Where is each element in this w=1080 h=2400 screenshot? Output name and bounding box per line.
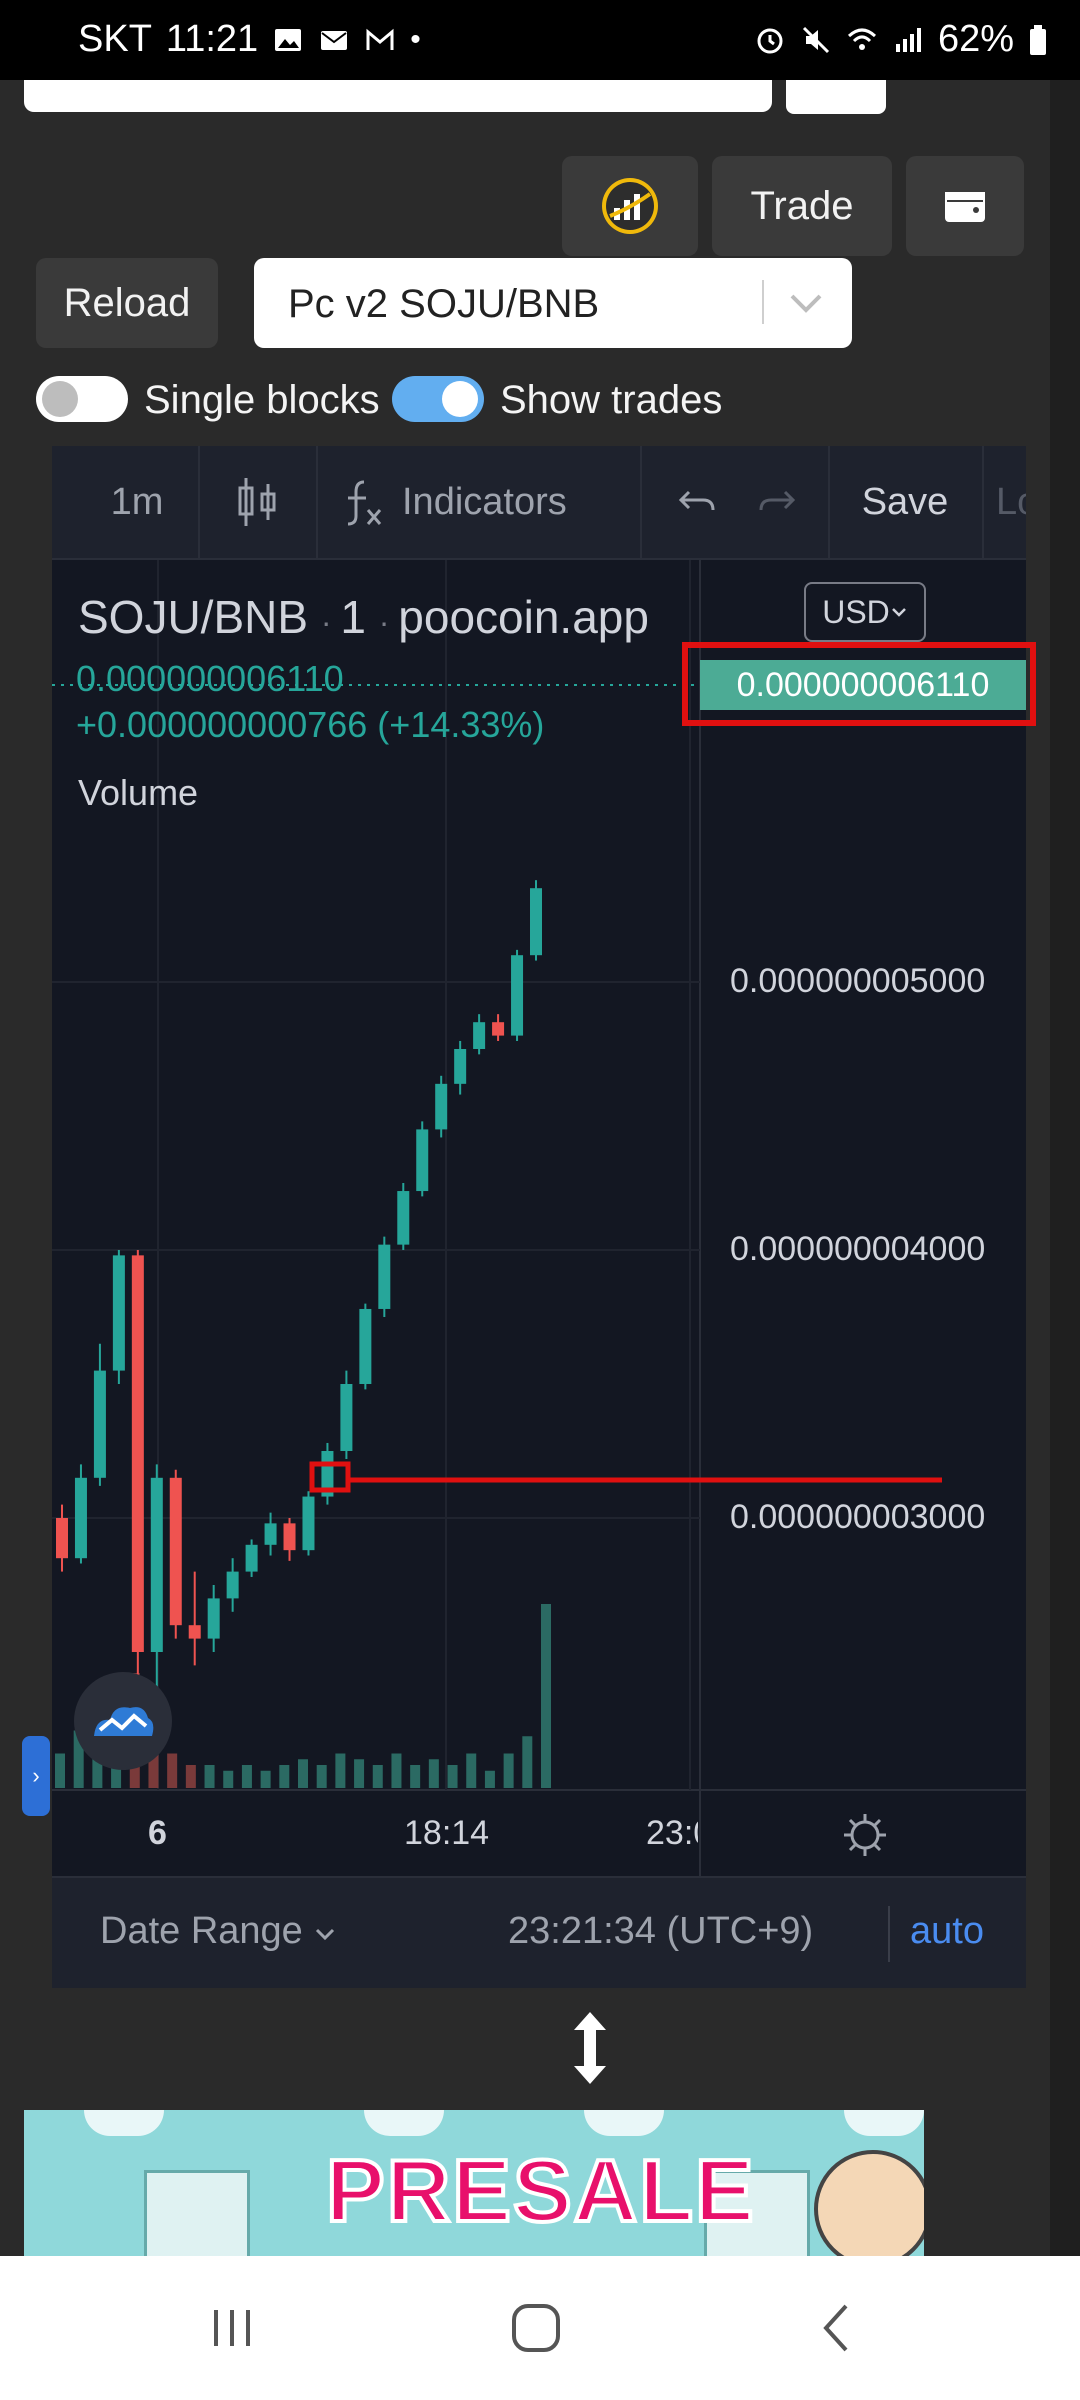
chevron-down-icon	[790, 294, 822, 313]
undo-icon	[678, 490, 715, 511]
banner-lamp	[364, 2110, 444, 2136]
toolbar-separator	[316, 446, 318, 558]
token-search-input[interactable]	[24, 80, 772, 112]
interval-label: 1m	[110, 480, 164, 523]
settings-gear-icon[interactable]	[840, 1810, 890, 1860]
chart-clock: 23:21:34 (UTC+9)	[508, 1910, 814, 1952]
system-nav-bar	[0, 2256, 1080, 2400]
chart-type-button[interactable]	[202, 446, 312, 558]
volume-legend-label: Volume	[78, 772, 199, 813]
single-blocks-label: Single blocks	[144, 378, 380, 422]
tradingview-logo[interactable]	[74, 1672, 172, 1770]
auto-scale-button[interactable]: auto	[910, 1910, 984, 1953]
wifi-icon	[847, 28, 876, 50]
time-axis-tick: 6	[148, 1814, 167, 1852]
save-button[interactable]: Save	[830, 446, 980, 558]
show-trades-label: Show trades	[500, 378, 723, 422]
status-bar: SKT 11:21 • 62%	[0, 0, 1080, 80]
battery-label: 62%	[937, 18, 1014, 60]
indicators-label: Indicators	[402, 480, 567, 523]
currency-select[interactable]: USD	[804, 582, 926, 642]
chart-logo-button[interactable]	[562, 156, 698, 256]
banner-box-left	[144, 2170, 250, 2256]
date-range-label: Date Range	[100, 1910, 303, 1952]
select-separator	[762, 280, 764, 324]
battery-icon	[1030, 24, 1046, 55]
poocoin-logo-icon	[602, 178, 658, 234]
legend-source: poocoin.app	[398, 591, 649, 643]
page-scroll-track	[1050, 80, 1080, 2256]
back-icon[interactable]	[808, 2298, 868, 2358]
presale-banner-ad[interactable]: PRESALE	[24, 2110, 924, 2256]
chart-toolbar: 1m Indicators Save Lo	[52, 446, 1026, 560]
time-axis-tick: 18:14	[404, 1814, 490, 1852]
resize-handle-icon[interactable]	[566, 2008, 614, 2088]
banner-lamp	[844, 2110, 924, 2136]
mail-icon	[321, 30, 348, 50]
toolbar-separator	[198, 446, 200, 558]
currency-label: USD	[822, 593, 890, 630]
wallet-button[interactable]	[906, 156, 1024, 256]
banner-lamp	[584, 2110, 664, 2136]
legend-interval: 1	[340, 591, 366, 643]
interval-button[interactable]: 1m	[82, 446, 192, 558]
bar-separator	[888, 1906, 890, 1962]
gmail-icon	[366, 28, 394, 50]
toggle-knob	[442, 381, 478, 417]
recent-apps-icon[interactable]	[202, 2298, 262, 2358]
price-axis-tick: 0.000000004000	[730, 1230, 986, 1268]
alarm-icon	[757, 28, 783, 53]
single-blocks-toggle[interactable]	[36, 376, 128, 422]
image-icon	[275, 28, 302, 51]
date-range-bar: Date Range 23:21:34 (UTC+9) auto	[52, 1876, 1026, 1988]
chart-legend-title: SOJU/BNB · 1 · poocoin.app	[78, 591, 649, 643]
banner-text: PRESALE	[324, 2139, 756, 2242]
time-axis-tick: 23:0	[646, 1814, 698, 1852]
dot-icon: •	[410, 22, 421, 56]
load-button[interactable]: Lo	[996, 446, 1026, 558]
toolbar-separator	[982, 446, 984, 558]
carrier-label: SKT	[78, 18, 152, 60]
indicators-button[interactable]: Indicators	[342, 446, 642, 558]
legend-last-price: 0.000000006110	[76, 658, 344, 699]
banner-lamp	[84, 2110, 164, 2136]
search-submit-button[interactable]	[786, 80, 886, 114]
signal-icon	[895, 27, 921, 52]
chevron-down-icon	[891, 608, 906, 617]
wallet-icon	[945, 192, 985, 222]
mute-icon	[802, 26, 829, 53]
undo-button[interactable]	[662, 446, 732, 558]
reload-button[interactable]: Reload	[36, 258, 218, 348]
clock-label: 11:21	[165, 18, 259, 60]
tradingview-logo-icon	[94, 1707, 154, 1736]
redo-icon	[759, 490, 796, 511]
side-panel-toggle[interactable]: ›	[22, 1736, 50, 1816]
save-label: Save	[861, 480, 949, 523]
pair-select[interactable]: Pc v2 SOJU/BNB	[254, 258, 852, 348]
show-trades-toggle[interactable]	[392, 376, 484, 422]
legend-symbol: SOJU/BNB	[78, 591, 309, 643]
banner-mascot	[814, 2150, 924, 2256]
trade-button-label: Trade	[750, 183, 854, 228]
toggle-knob	[42, 381, 78, 417]
price-axis-tick: 0.000000003000	[730, 1498, 986, 1536]
redo-button[interactable]	[742, 446, 812, 558]
chevron-right-icon: ›	[32, 1763, 40, 1788]
candlestick-icon	[238, 478, 276, 526]
pair-select-value: Pc v2 SOJU/BNB	[288, 282, 600, 326]
trade-button[interactable]: Trade	[712, 156, 892, 256]
reload-button-label: Reload	[63, 280, 191, 325]
legend-change: +0.000000000766 (+14.33%)	[76, 704, 545, 745]
function-icon	[347, 480, 382, 526]
toolbar-separator	[640, 446, 642, 558]
chevron-down-icon	[316, 1928, 335, 1941]
price-tag-highlight	[682, 642, 1036, 726]
date-range-button[interactable]: Date Range	[100, 1910, 337, 1953]
load-label: Lo	[996, 480, 1026, 523]
price-axis-tick: 0.000000005000	[730, 962, 986, 1000]
home-icon[interactable]	[506, 2298, 566, 2358]
